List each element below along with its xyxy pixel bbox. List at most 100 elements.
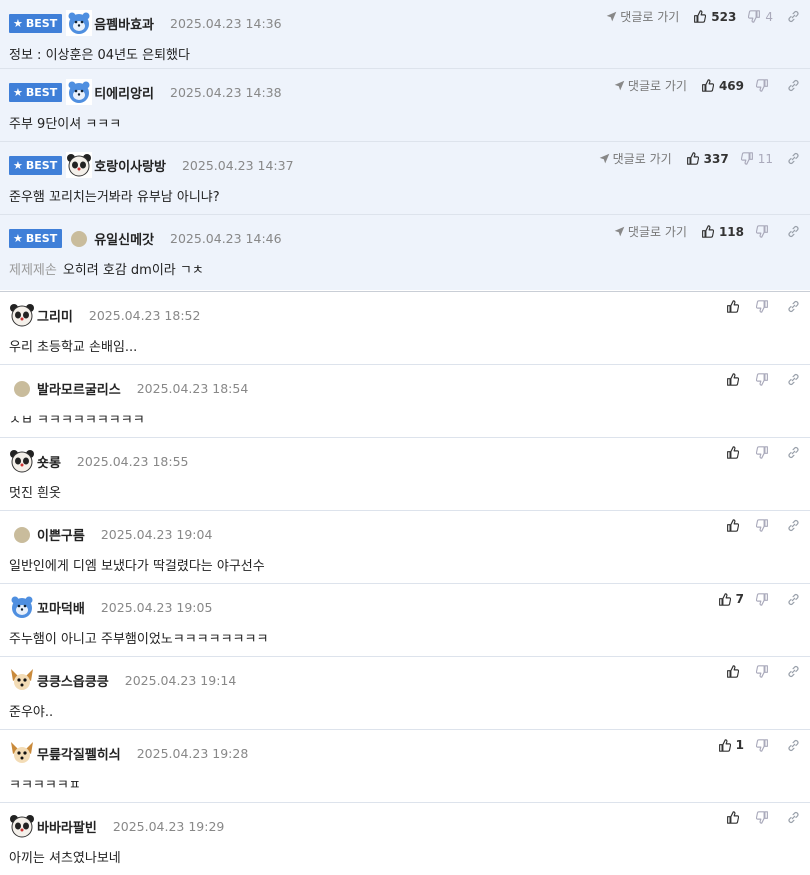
star-icon: ★	[13, 16, 23, 30]
avatar[interactable]	[9, 740, 35, 766]
downvote-button[interactable]: 11	[740, 151, 773, 166]
comment-tools	[726, 811, 800, 824]
link-icon[interactable]	[787, 373, 800, 386]
link-icon[interactable]	[787, 593, 800, 606]
link-icon[interactable]	[787, 811, 800, 824]
downvote-button[interactable]	[755, 225, 773, 238]
downvote-button[interactable]	[755, 519, 773, 532]
downvote-button[interactable]	[755, 592, 773, 606]
comment-header: ★ BEST 티에리앙리 2025.04.23 14:38	[9, 79, 282, 105]
thumbs-up-icon	[726, 519, 744, 532]
downvote-button[interactable]	[755, 446, 773, 459]
comment-body: 주부 9단이셔 ㅋㅋㅋ	[9, 113, 121, 132]
best-comment: ★ BEST 유일신메갓 2025.04.23 14:46 댓글로 가기 118 제제제손 오…	[0, 215, 810, 290]
upvote-button[interactable]: 469	[701, 79, 744, 93]
link-icon[interactable]	[787, 519, 800, 532]
upvote-button[interactable]: 337	[686, 152, 729, 166]
downvote-button[interactable]	[755, 300, 773, 313]
avatar[interactable]	[9, 302, 35, 328]
thumbs-down-icon	[755, 79, 773, 92]
comment-body: 준우햄 꼬리치는거봐라 유부남 아니냐?	[9, 186, 220, 205]
upvote-count: 118	[718, 224, 744, 239]
best-label: BEST	[25, 231, 58, 245]
best-label: BEST	[25, 85, 58, 99]
downvote-button[interactable]	[755, 811, 773, 824]
avatar[interactable]	[66, 225, 92, 251]
avatar[interactable]	[9, 594, 35, 620]
avatar[interactable]	[9, 813, 35, 839]
avatar[interactable]	[66, 10, 93, 36]
goto-comment-link[interactable]: 댓글로 가기	[606, 8, 679, 25]
upvote-button[interactable]: 1	[718, 738, 744, 752]
avatar[interactable]	[9, 667, 35, 693]
goto-comment-link[interactable]: 댓글로 가기	[599, 150, 672, 167]
nickname[interactable]: 바바라팔빈	[37, 817, 97, 836]
comment-tools	[726, 519, 800, 532]
link-icon[interactable]	[787, 665, 800, 678]
best-badge: ★ BEST	[9, 228, 63, 248]
nickname[interactable]: 음펨바효과	[94, 14, 154, 33]
upvote-button[interactable]	[726, 373, 744, 386]
thumbs-down-icon	[755, 519, 773, 532]
best-comment: ★ BEST 티에리앙리 2025.04.23 14:38 댓글로 가기 469 주부 9단…	[0, 69, 810, 142]
link-icon[interactable]	[787, 10, 800, 23]
nickname[interactable]: 호랑이사랑방	[94, 156, 166, 175]
nickname[interactable]: 그리미	[37, 306, 73, 325]
nickname[interactable]: 유일신메갓	[94, 229, 154, 248]
link-icon[interactable]	[787, 225, 800, 238]
link-icon[interactable]	[787, 152, 800, 165]
avatar[interactable]	[66, 79, 93, 105]
downvote-button[interactable]: 4	[748, 10, 773, 24]
downvote-button[interactable]	[755, 738, 773, 752]
nickname[interactable]: 꼬마덕배	[37, 598, 85, 617]
thumbs-down-icon	[755, 811, 773, 824]
goto-comment-link[interactable]: 댓글로 가기	[614, 223, 687, 240]
comment-body: 멋진 흰옷	[9, 482, 61, 501]
downvote-count: 11	[757, 151, 773, 166]
comment-date: 2025.04.23 18:55	[76, 453, 189, 469]
comment-text: ㅋㅋㅋㅋㅋㅍ	[9, 778, 81, 793]
upvote-button[interactable]	[726, 519, 744, 532]
nickname[interactable]: 무릎각질펠히싀	[37, 744, 121, 763]
upvote-button[interactable]	[726, 811, 744, 824]
thumbs-down-icon	[755, 373, 773, 386]
comment-body: ㅅㅂ ㅋㅋㅋㅋㅋㅋㅋㅋㅋ	[9, 409, 145, 428]
avatar[interactable]	[9, 521, 35, 547]
downvote-button[interactable]	[755, 79, 773, 92]
nickname[interactable]: 이쁜구름	[37, 525, 85, 544]
comment: 무릎각질펠히싀 2025.04.23 19:28 1 ㅋㅋㅋㅋㅋㅍ	[0, 730, 810, 803]
link-icon[interactable]	[787, 446, 800, 459]
comment-date: 2025.04.23 18:52	[88, 307, 201, 323]
blocked-prefix: 제제제손	[9, 263, 57, 278]
link-icon[interactable]	[787, 739, 800, 752]
comment-body: 제제제손 오히려 호감 dm이라 ㄱㅊ	[9, 259, 204, 278]
upvote-button[interactable]	[726, 300, 744, 313]
comment: 그리미 2025.04.23 18:52 우리 초등학교 손배임...	[0, 292, 810, 365]
upvote-button[interactable]	[726, 665, 744, 678]
avatar[interactable]	[9, 448, 35, 474]
comment-text: 아끼는 셔츠였나보네	[9, 851, 121, 866]
link-icon[interactable]	[787, 300, 800, 313]
star-icon: ★	[13, 158, 23, 172]
goto-comment-link[interactable]: 댓글로 가기	[614, 77, 687, 94]
thumbs-down-icon	[748, 10, 765, 23]
comment: 숏롱 2025.04.23 18:55 멋진 흰옷	[0, 438, 810, 511]
upvote-button[interactable]	[726, 446, 744, 459]
comment-date: 2025.04.23 19:14	[124, 672, 237, 688]
comment-date: 2025.04.23 19:29	[112, 818, 225, 834]
upvote-button[interactable]: 523	[693, 10, 736, 24]
arrow-icon	[614, 226, 628, 237]
avatar[interactable]	[9, 375, 35, 401]
nickname[interactable]: 티에리앙리	[94, 83, 154, 102]
nickname[interactable]: 발라모르굴리스	[37, 379, 121, 398]
nickname[interactable]: 킁킁스읍킁킁	[37, 671, 109, 690]
upvote-count: 523	[711, 9, 737, 24]
downvote-button[interactable]	[755, 665, 773, 678]
avatar[interactable]	[66, 152, 93, 178]
upvote-button[interactable]: 7	[718, 592, 744, 606]
nickname[interactable]: 숏롱	[37, 452, 61, 471]
upvote-button[interactable]: 118	[701, 225, 744, 239]
thumbs-down-icon	[755, 665, 773, 678]
downvote-button[interactable]	[755, 373, 773, 386]
link-icon[interactable]	[787, 79, 800, 92]
